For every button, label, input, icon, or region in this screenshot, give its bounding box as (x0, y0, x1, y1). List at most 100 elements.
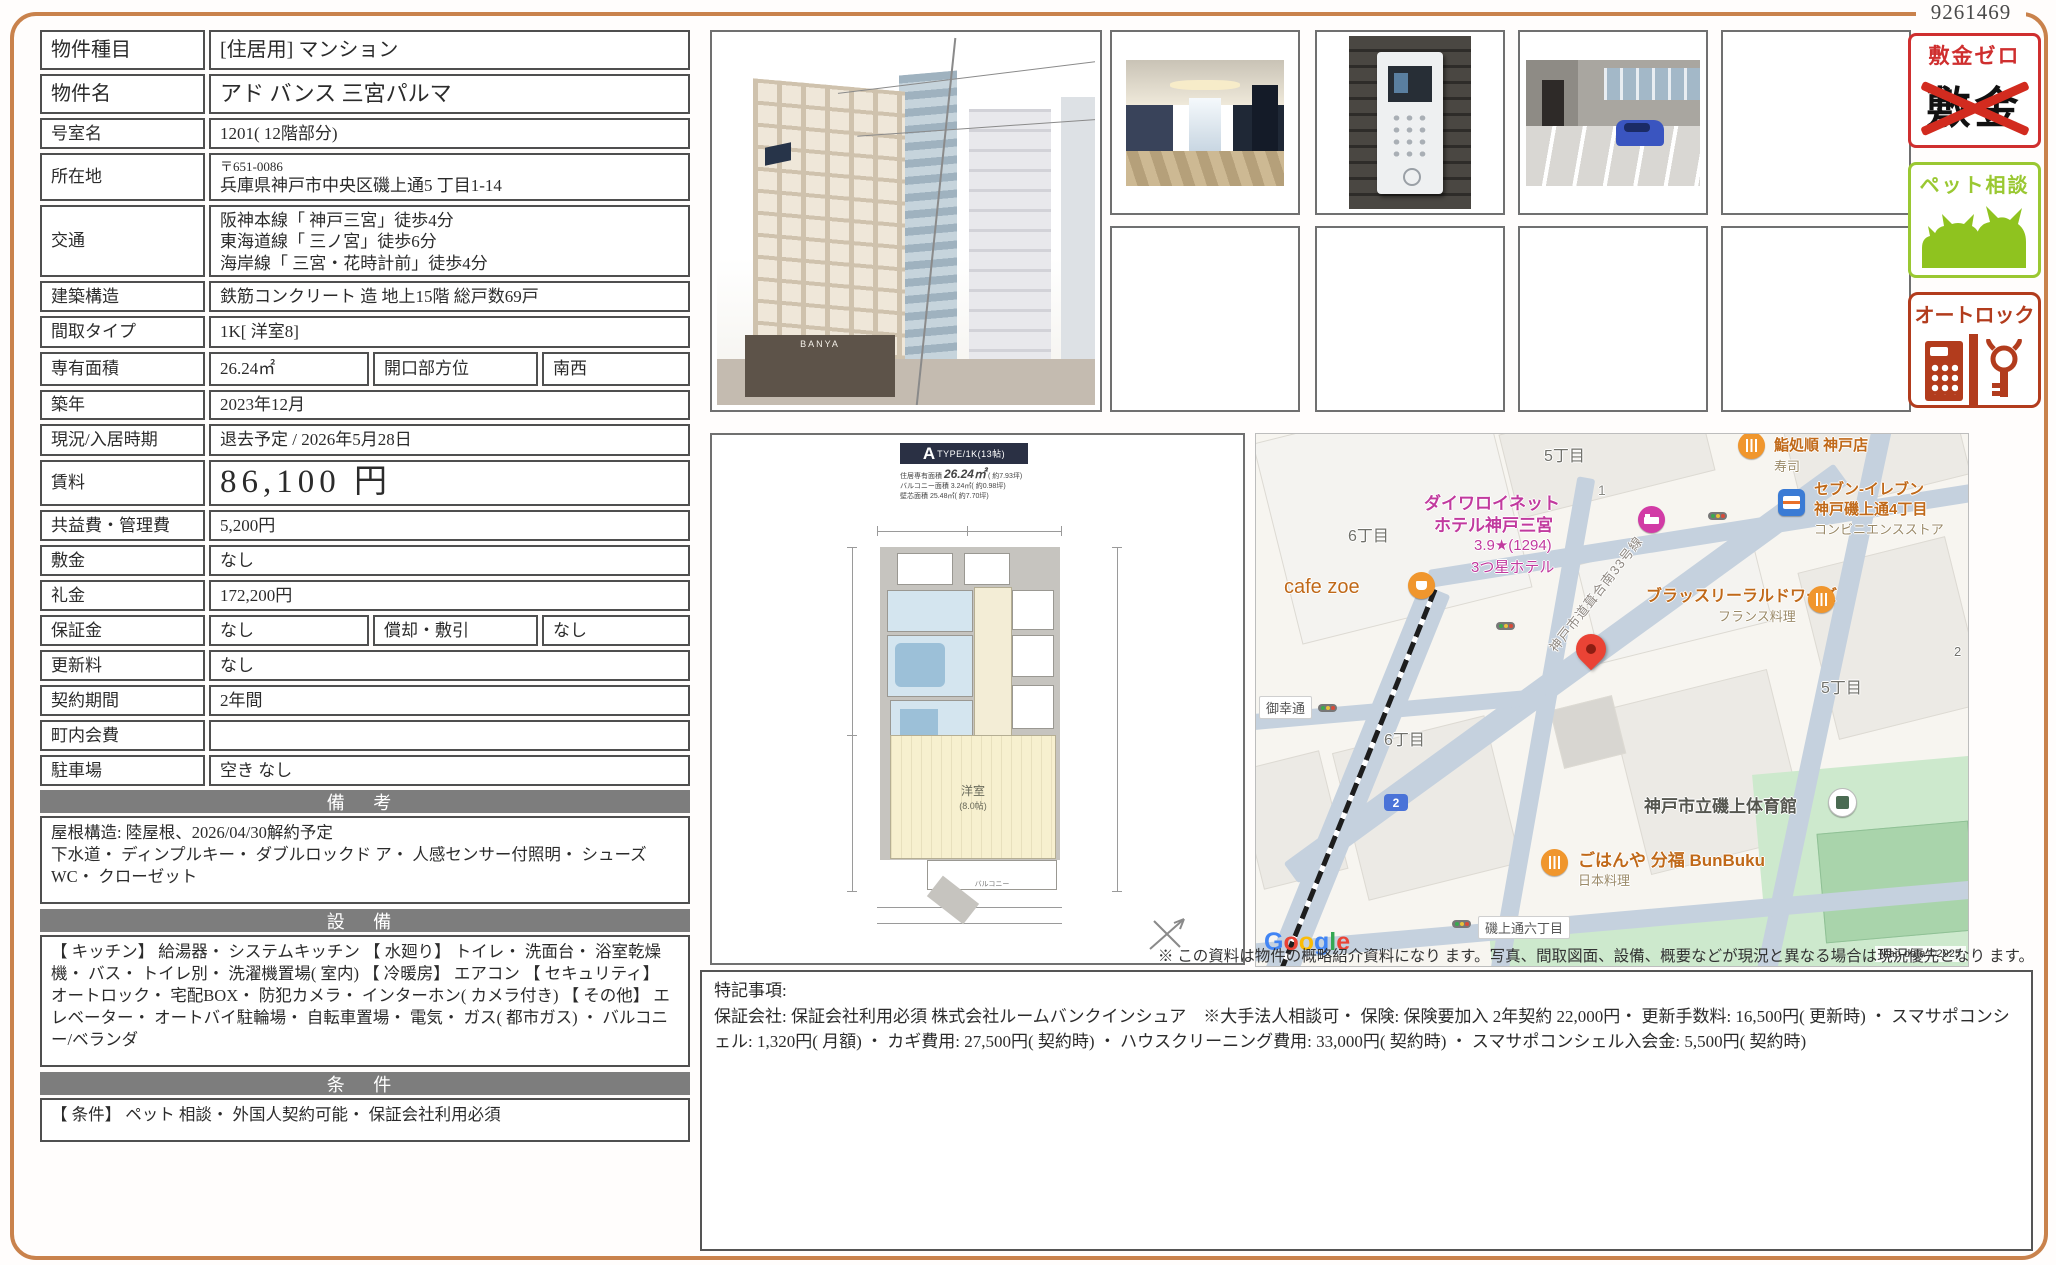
table-row: 築年 2023年12月 (40, 390, 690, 420)
bunbuku-pin-icon[interactable] (1541, 849, 1568, 876)
section-banner-conditions: 条 件 (40, 1072, 690, 1095)
hallway-corridor (974, 587, 1012, 737)
row-label: 共益費・管理費 (40, 510, 205, 541)
dogs-silhouette-icon (1920, 198, 2030, 272)
badge-no-deposit: 敷金ゼロ 敷金 (1908, 33, 2041, 148)
row-value: なし (209, 650, 690, 681)
toilet-room (1012, 590, 1054, 630)
room-label: 洋室 (961, 782, 985, 799)
table-row: 現況/入居時期 退去予定 / 2026年5月28日 (40, 424, 690, 456)
row-value: 26.24㎡ (209, 352, 369, 386)
row-value: アド バンス 三宮パルマ (209, 74, 690, 114)
poi-bunbuku[interactable]: ごはんや 分福 BunBuku (1578, 846, 1765, 871)
photo-intercom (1349, 36, 1471, 209)
table-row: 建築構造 鉄筋コンクリート 造 地上15階 総戸数69戸 (40, 281, 690, 312)
table-row: 号室名 1201( 12階部分) (40, 118, 690, 149)
row-value: なし (209, 615, 369, 646)
divider-bar (1969, 334, 1978, 408)
blue-car (1616, 120, 1664, 146)
special-notes-box: 特記事項: 保証会社: 保証会社利用必須 株式会社ルームバンクインシュア ※大手… (700, 970, 2033, 1251)
row-label: 号室名 (40, 118, 205, 149)
table-row-rent: 賃料 86,100 円 (40, 460, 690, 506)
district-label: 5丁目 (1544, 442, 1585, 466)
traffic-light-icon (1496, 622, 1515, 630)
table-row: 契約期間 2年間 (40, 685, 690, 716)
route-shield: 2 (1384, 794, 1408, 811)
row-label: 賃料 (40, 460, 205, 506)
poi-gym[interactable]: 神戸市立磯上体育館 (1644, 792, 1797, 817)
type-text: TYPE/1K(13帖) (937, 447, 1005, 460)
balcony-glass (1604, 68, 1700, 101)
poi-bunbuku-type: 日本料理 (1578, 870, 1630, 889)
area-line-1: 住居専有面積 26.24㎡ ( 約7.93坪) (900, 466, 1050, 482)
seven-eleven-icon[interactable] (1778, 489, 1805, 516)
photo-empty-frame (1315, 226, 1505, 412)
floorplan-type-header: A TYPE/1K(13帖) (900, 443, 1028, 464)
photo-empty-frame (1110, 226, 1300, 412)
photo-empty-frame (1518, 226, 1708, 412)
poi-seven-1[interactable]: セブン-イレブン (1814, 478, 1924, 499)
table-row: 敷金 なし (40, 545, 690, 576)
intercom-keypad (1390, 112, 1430, 162)
hotel-pin-icon[interactable] (1638, 506, 1665, 533)
traffic-light-icon (1318, 704, 1337, 712)
sushi-pin-icon[interactable] (1738, 433, 1765, 459)
rent-value: 86,100 円 (209, 460, 690, 506)
dimension-tick (847, 735, 857, 736)
poi-seven-3: コンビニエンスストア (1814, 519, 1944, 538)
dimension-tick (1061, 526, 1062, 536)
poi-sushi[interactable]: 鮨処順 神戸店 (1774, 434, 1868, 455)
row-value: 退去予定 / 2026年5月28日 (209, 424, 690, 456)
dimension-tick (877, 526, 878, 536)
document-id: 9261469 (1916, 0, 2026, 26)
row-label: 物件名 (40, 74, 205, 114)
location-map[interactable]: 5丁目 鮨処順 神戸店 寿司 セブン-イレブン 神戸磯上通4丁目 コンビニエンス… (1255, 433, 1969, 967)
row-value: [住居用] マンション (209, 30, 690, 70)
row-label: 駐車場 (40, 755, 205, 786)
gym-icon[interactable] (1828, 788, 1857, 817)
dimension-line (877, 923, 1062, 924)
hall-unit-door (1252, 85, 1277, 151)
row-label: 築年 (40, 390, 205, 420)
storage-2 (1012, 685, 1054, 729)
district-label: 5丁目 (1821, 674, 1862, 698)
photo-exterior: BANYA (717, 37, 1095, 405)
road-tag-miyuki: 御幸通 (1259, 696, 1312, 719)
poi-hotel-2: ホテル神戸三宮 (1434, 511, 1553, 536)
remarks-line-1: 屋根構造: 陸屋根、2026/04/30解約予定 (51, 822, 679, 844)
hall-entrance-door (1189, 98, 1221, 153)
entry-storage (964, 553, 1010, 585)
area-line-2: バルコニー面積 3.24㎡( 約0.98坪) (900, 482, 1050, 491)
table-row: 駐車場 空き なし (40, 755, 690, 786)
block-number: 2 (1954, 644, 1961, 659)
special-notes-text: 保証会社: 保証会社利用必須 株式会社ルームバンクインシュア ※大手法人相談可・… (714, 1004, 2019, 1055)
row-label-2: 償却・敷引 (373, 615, 538, 646)
table-row: 礼金 172,200円 (40, 580, 690, 611)
table-row: 専有面積 26.24㎡ 開口部方位 南西 (40, 352, 690, 386)
area-line-3: 壁芯面積 25.48㎡( 約7.70坪) (900, 492, 1050, 501)
conditions-text: 【 条件】 ペット 相談・ 外国人契約可能・ 保証会社利用必須 (40, 1098, 690, 1142)
photo-intercom-frame (1315, 30, 1505, 215)
table-row: 共益費・管理費 5,200円 (40, 510, 690, 541)
address-block: 〒651-0086 兵庫県神戸市中央区磯上通5 丁目1-14 (220, 158, 502, 196)
badge-no-deposit-label: 敷金ゼロ (1911, 36, 2038, 70)
row-value: 2年間 (209, 685, 690, 716)
section-banner-remarks: 備 考 (40, 790, 690, 813)
table-row: 交通 阪神本線「 神戸三宮」徒歩4分 東海道線「 三ノ宮」徒歩6分 海岸線「 三… (40, 205, 690, 277)
road-tag-isogami: 磯上通六丁目 (1478, 916, 1570, 939)
hall-light (1170, 80, 1240, 90)
row-label-2: 開口部方位 (373, 352, 538, 386)
row-value: 5,200円 (209, 510, 690, 541)
row-value: 1201( 12階部分) (209, 118, 690, 149)
row-value-2: なし (542, 615, 690, 646)
table-row: 保証金 なし 償却・敷引 なし (40, 615, 690, 646)
poi-cafe[interactable]: cafe zoe (1284, 576, 1360, 599)
poi-sushi-type: 寿司 (1774, 456, 1800, 475)
brasserie-pin-icon[interactable] (1808, 586, 1835, 613)
row-value: 1K[ 洋室8] (209, 316, 690, 348)
row-value: 2023年12月 (209, 390, 690, 420)
access-line-3: 海岸線「 三宮・花時計前」徒歩4分 (220, 253, 488, 274)
entrance (897, 553, 953, 585)
dimension-line (877, 531, 1062, 532)
cafe-pin-icon[interactable] (1408, 572, 1435, 599)
